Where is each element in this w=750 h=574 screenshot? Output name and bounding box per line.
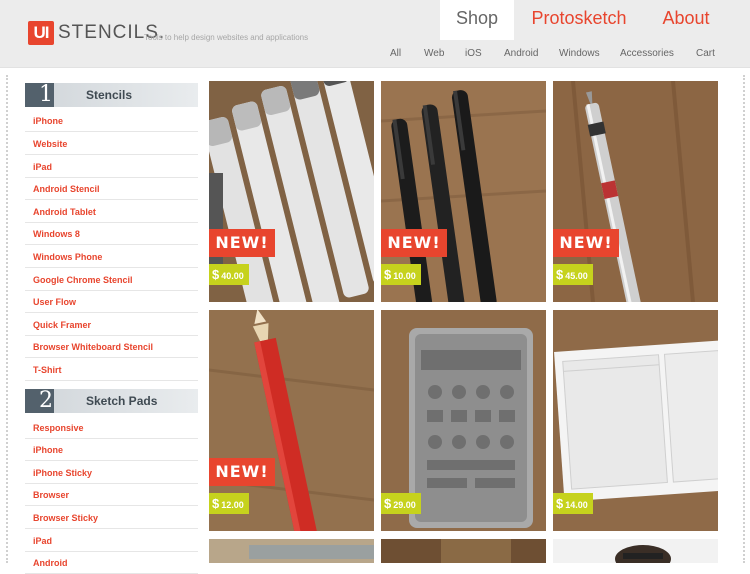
tab-shop[interactable]: Shop: [440, 0, 514, 40]
subnav-cart[interactable]: Cart: [696, 48, 715, 59]
dollar-sign: $: [384, 267, 392, 282]
page-edge-right: [743, 75, 745, 563]
sidebar-item-quick-framer[interactable]: Quick Framer: [25, 314, 198, 336]
page-edge-left: [6, 75, 8, 563]
product-tile-partial[interactable]: [553, 539, 718, 563]
dollar-sign: $: [556, 267, 564, 282]
subnav-windows[interactable]: Windows: [559, 48, 600, 59]
sidebar-item-browser-sticky[interactable]: Browser Sticky: [25, 507, 198, 529]
price-value: 45.00: [565, 271, 588, 281]
new-badge: NEW!: [381, 229, 447, 257]
price-tag: $12.00: [209, 493, 249, 514]
sidebar-item-browser[interactable]: Browser: [25, 484, 198, 506]
sidebar-item-windows-phone[interactable]: Windows Phone: [25, 246, 198, 268]
sidebar-item-user-flow[interactable]: User Flow: [25, 291, 198, 313]
product-tile-partial[interactable]: [381, 539, 546, 563]
sidebar-item-t-shirt[interactable]: T-Shirt: [25, 359, 198, 381]
product-tile-mechanical-pencil[interactable]: NEW! $45.00: [553, 81, 718, 302]
logo-mark: UI: [28, 21, 54, 45]
price-tag: $45.00: [553, 264, 593, 285]
new-badge: NEW!: [209, 458, 275, 486]
price-value: 29.00: [393, 500, 416, 510]
section-title: Stencils: [86, 88, 133, 102]
sidebar-item-android-stencil[interactable]: Android Stencil: [25, 178, 198, 200]
section-title: Sketch Pads: [86, 394, 158, 408]
dollar-sign: $: [212, 496, 220, 511]
sidebar-item-android-tablet[interactable]: Android Tablet: [25, 201, 198, 223]
product-tile-markers[interactable]: NEW! $40.00: [209, 81, 374, 302]
price-value: 10.00: [393, 271, 416, 281]
subnav-all[interactable]: All: [390, 48, 401, 59]
tab-protosketch[interactable]: Protosketch: [524, 0, 634, 40]
sidebar-item-ipad-pad[interactable]: iPad: [25, 530, 198, 552]
dollar-sign: $: [556, 496, 564, 511]
sidebar-item-windows-8[interactable]: Windows 8: [25, 223, 198, 245]
subnav-web[interactable]: Web: [424, 48, 444, 59]
price-value: 12.00: [221, 500, 244, 510]
tab-about[interactable]: About: [648, 0, 724, 40]
product-tile-red-pencil[interactable]: NEW! $12.00: [209, 310, 374, 531]
section-number: 2: [39, 388, 53, 413]
product-tile-partial[interactable]: [209, 539, 374, 563]
price-tag: $14.00: [553, 493, 593, 514]
product-photo-partial: [381, 539, 546, 563]
product-photo-partial: [553, 539, 718, 563]
price-tag: $10.00: [381, 264, 421, 285]
product-tile-sketch-pad[interactable]: $14.00: [553, 310, 718, 531]
sidebar-item-browser-whiteboard-stencil[interactable]: Browser Whiteboard Stencil: [25, 336, 198, 358]
sidebar-item-iphone-pad[interactable]: iPhone: [25, 439, 198, 461]
site-tagline: Tools to help design websites and applic…: [144, 33, 309, 42]
sidebar-item-iphone[interactable]: iPhone: [25, 110, 198, 132]
site-header: UI STENCILS. Tools to help design websit…: [0, 0, 750, 68]
new-badge: NEW!: [209, 229, 275, 257]
sidebar-item-website[interactable]: Website: [25, 133, 198, 155]
product-tile-metal-stencil[interactable]: $29.00: [381, 310, 546, 531]
dollar-sign: $: [384, 496, 392, 511]
dollar-sign: $: [212, 267, 220, 282]
section-header-sketch-pads: 2 Sketch Pads: [25, 389, 198, 413]
subnav-accessories[interactable]: Accessories: [620, 48, 674, 59]
price-tag: $40.00: [209, 264, 249, 285]
sidebar-item-google-chrome-stencil[interactable]: Google Chrome Stencil: [25, 269, 198, 291]
sidebar-item-iphone-sticky[interactable]: iPhone Sticky: [25, 462, 198, 484]
subnav-ios[interactable]: iOS: [465, 48, 482, 59]
new-badge: NEW!: [553, 229, 619, 257]
price-value: 40.00: [221, 271, 244, 281]
section-header-stencils: 1 Stencils: [25, 83, 198, 107]
sidebar-item-ipad[interactable]: iPad: [25, 156, 198, 178]
price-tag: $29.00: [381, 493, 421, 514]
sidebar-item-android-pad[interactable]: Android: [25, 552, 198, 574]
product-tile-pens[interactable]: NEW! $10.00: [381, 81, 546, 302]
subnav-android[interactable]: Android: [504, 48, 538, 59]
price-value: 14.00: [565, 500, 588, 510]
section-number: 1: [39, 82, 53, 107]
product-photo-partial: [209, 539, 374, 563]
sidebar-item-responsive[interactable]: Responsive: [25, 417, 198, 439]
